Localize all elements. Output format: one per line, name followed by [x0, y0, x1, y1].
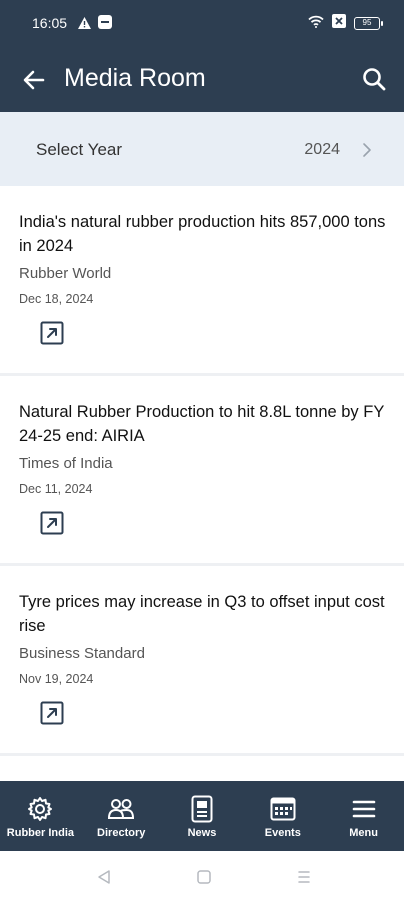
system-navigation-bar: [0, 851, 404, 900]
system-home-button[interactable]: [194, 867, 214, 887]
app-bar: Media Room: [0, 48, 404, 112]
warning-icon: [78, 16, 91, 34]
events-icon: [269, 795, 297, 823]
article-source: Times of India: [19, 455, 113, 472]
system-back-button[interactable]: [94, 867, 114, 887]
recents-menu-icon: [298, 871, 310, 883]
nav-label: News: [187, 827, 217, 839]
nav-item-rubber-india[interactable]: Rubber India: [0, 781, 81, 851]
article-title: Tyre prices may increase in Q3 to offset…: [19, 593, 385, 635]
triangle-back-icon: [98, 870, 110, 884]
battery-icon: 95: [354, 17, 383, 30]
search-icon: [363, 68, 386, 91]
nav-label: Rubber India: [6, 827, 75, 839]
wifi-icon: [308, 15, 324, 33]
status-bar: 16:05 95: [0, 0, 404, 48]
nav-item-news[interactable]: News: [162, 781, 243, 851]
people-icon: [107, 795, 135, 823]
article-card[interactable]: Tyre prices may increase in Q3 to offset…: [0, 566, 404, 756]
year-selector[interactable]: Select Year 2024: [0, 112, 404, 186]
nav-label: Menu: [349, 827, 378, 839]
menu-icon: [350, 795, 378, 823]
selected-year: 2024: [304, 141, 340, 158]
square-home-icon: [197, 870, 211, 884]
article-source: Business Standard: [19, 645, 145, 662]
external-link-icon: [40, 321, 64, 345]
article-source: Rubber World: [19, 265, 112, 282]
no-sim-icon: [332, 14, 346, 33]
arrow-left-icon: [23, 70, 45, 90]
article-title: Natural Rubber Production to hit 8.8L to…: [19, 403, 385, 445]
bottom-navigation: Rubber India Directory News Events Menu: [0, 781, 404, 851]
external-link-icon: [40, 701, 64, 725]
media-room-screen: 16:05 95 Media Room Select Year 2024 Ind…: [0, 0, 404, 900]
open-link-button[interactable]: [39, 320, 65, 346]
nav-label: Directory: [97, 827, 146, 839]
open-link-button[interactable]: [39, 700, 65, 726]
page-title: Media Room: [64, 64, 206, 92]
article-date: Nov 19, 2024: [19, 672, 94, 686]
article-date: Dec 11, 2024: [19, 482, 93, 496]
year-selector-label: Select Year: [36, 140, 123, 159]
article-card[interactable]: India's natural rubber production hits 8…: [0, 186, 404, 376]
nav-item-directory[interactable]: Directory: [81, 781, 162, 851]
gear-icon: [26, 795, 54, 823]
article-list: India's natural rubber production hits 8…: [0, 186, 404, 756]
search-button[interactable]: [358, 63, 390, 95]
external-link-icon: [40, 511, 64, 535]
article-title: India's natural rubber production hits 8…: [19, 213, 386, 255]
status-notification-icons: [78, 15, 112, 34]
news-icon: [188, 795, 216, 823]
nav-item-events[interactable]: Events: [242, 781, 323, 851]
system-recents-button[interactable]: [294, 867, 314, 887]
nav-item-menu[interactable]: Menu: [323, 781, 404, 851]
back-button[interactable]: [18, 64, 50, 96]
article-date: Dec 18, 2024: [19, 292, 94, 306]
app-notification-icon: [98, 15, 112, 34]
article-card[interactable]: Natural Rubber Production to hit 8.8L to…: [0, 376, 404, 566]
chevron-right-icon: [362, 142, 372, 163]
status-time: 16:05: [32, 15, 68, 31]
open-link-button[interactable]: [39, 510, 65, 536]
nav-label: Events: [264, 827, 301, 839]
status-system-icons: 95: [308, 14, 383, 33]
